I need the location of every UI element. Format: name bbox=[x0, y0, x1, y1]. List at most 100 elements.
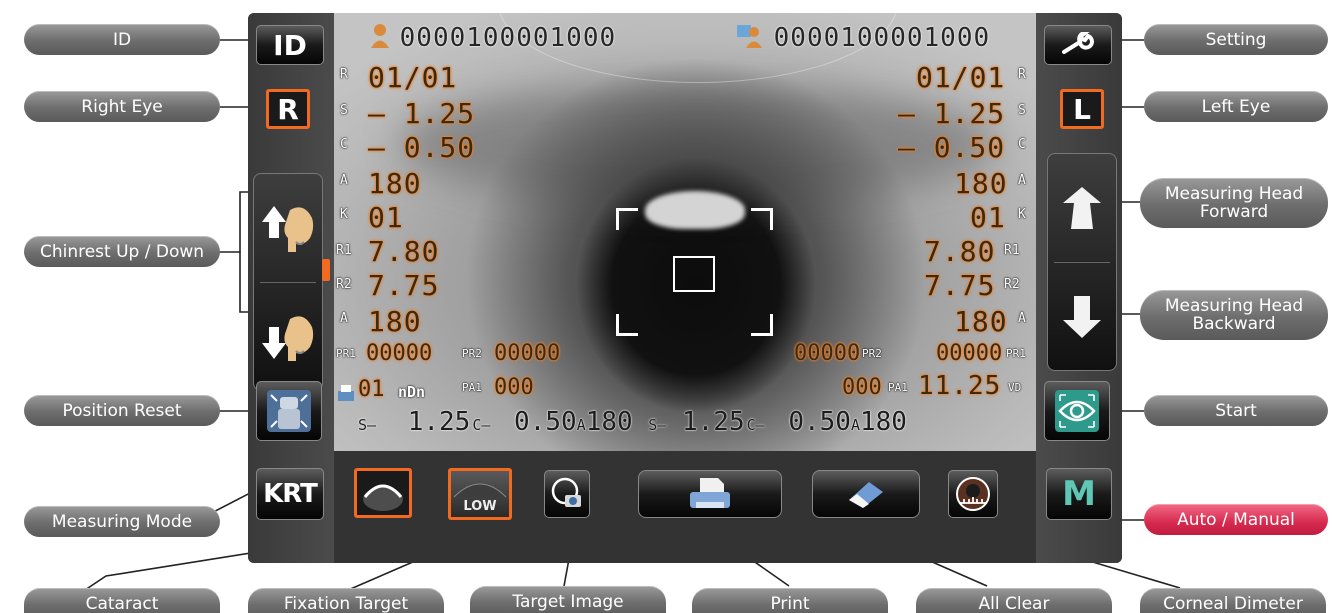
callout-head-backward-line1: Measuring Head bbox=[1164, 296, 1304, 316]
left-pr2-value: 00000 bbox=[936, 341, 1003, 366]
corneal-dimeter-button[interactable] bbox=[948, 470, 998, 518]
id-button[interactable]: ID bbox=[256, 25, 324, 65]
label-a-left: A bbox=[1018, 173, 1026, 188]
target-image-button[interactable] bbox=[544, 470, 590, 518]
focus-bracket-top-right bbox=[751, 208, 773, 230]
right-k-value: 01 bbox=[368, 201, 404, 234]
callout-position-reset: Position Reset bbox=[24, 395, 220, 426]
right-r-value: 01/01 bbox=[368, 61, 458, 94]
chinrest-position-indicator bbox=[322, 259, 330, 281]
callout-auto-manual: Auto / Manual bbox=[1144, 504, 1328, 535]
summary-s1-label: S– bbox=[358, 416, 377, 434]
start-button[interactable] bbox=[1044, 381, 1110, 441]
measuring-mode-button[interactable]: KRT bbox=[256, 468, 324, 520]
corneal-reflection bbox=[645, 191, 745, 229]
left-vd-value: 11.25 bbox=[918, 371, 1002, 401]
callout-start: Start bbox=[1144, 395, 1328, 426]
label-pa1-left: PA1 bbox=[888, 381, 908, 394]
right-print-count: 01 bbox=[358, 377, 385, 402]
patient-id-row: 0000100001000 bbox=[370, 23, 616, 53]
label-k-right: K bbox=[340, 207, 348, 222]
left-eye-button[interactable]: L bbox=[1060, 89, 1104, 129]
right-pr1-value: 00000 bbox=[366, 341, 433, 366]
label-pr1-left: PR1 bbox=[1006, 347, 1026, 360]
patient-id: 0000100001000 bbox=[399, 23, 617, 53]
callout-left-eye: Left Eye bbox=[1144, 91, 1328, 122]
summary-c1-label: C– bbox=[472, 416, 491, 434]
printer-icon bbox=[690, 478, 730, 508]
cataract-button[interactable] bbox=[354, 468, 412, 518]
callout-head-backward-line2: Backward bbox=[1192, 314, 1276, 334]
measuring-head-control bbox=[1047, 153, 1117, 371]
label-c-right: C bbox=[340, 137, 348, 152]
setting-button[interactable] bbox=[1044, 25, 1112, 65]
right-pr2-value: 00000 bbox=[494, 341, 561, 366]
summary-a1-label: A bbox=[576, 416, 586, 434]
callout-all-clear: All Clear bbox=[916, 588, 1112, 613]
callout-id: ID bbox=[24, 24, 220, 55]
left-r1-value: 7.80 bbox=[924, 235, 996, 268]
head-backward-button[interactable] bbox=[1048, 264, 1116, 370]
callout-right-eye: Right Eye bbox=[24, 91, 220, 122]
corneal-dimeter-icon bbox=[956, 477, 990, 511]
print-button[interactable] bbox=[638, 470, 782, 518]
right-eye-button[interactable]: R bbox=[266, 89, 310, 129]
label-r-left: R bbox=[1018, 67, 1026, 82]
left-k-value: 01 bbox=[970, 201, 1006, 234]
callout-head-forward: Measuring Head Forward bbox=[1140, 178, 1328, 228]
callout-print: Print bbox=[692, 588, 888, 613]
label-a2-left: A bbox=[1018, 311, 1026, 326]
left-r2-value: 7.75 bbox=[924, 269, 996, 302]
alignment-square bbox=[673, 256, 715, 292]
label-c-left: C bbox=[1018, 137, 1026, 152]
fixation-target-icon bbox=[453, 483, 507, 497]
measuring-mode-label: KRT bbox=[263, 479, 318, 509]
label-a2-right: A bbox=[340, 311, 348, 326]
right-r1-value: 7.80 bbox=[368, 235, 440, 268]
label-pr2-right: PR2 bbox=[462, 347, 482, 360]
summary-s2: 1.25 bbox=[682, 407, 745, 437]
right-eye-button-label: R bbox=[277, 92, 299, 126]
label-s-left: S bbox=[1018, 103, 1026, 118]
left-c-value: – 0.50 bbox=[898, 131, 1006, 164]
right-pa1-value: 000 bbox=[494, 375, 534, 400]
label-r-right: R bbox=[340, 67, 348, 82]
all-clear-button[interactable] bbox=[812, 470, 920, 518]
fixation-target-button[interactable]: LOW bbox=[448, 468, 512, 520]
left-a2-value: 180 bbox=[954, 305, 1008, 338]
left-pa1-value: 000 bbox=[842, 375, 882, 400]
label-pa1-right: PA1 bbox=[462, 381, 482, 394]
callout-head-forward-line2: Forward bbox=[1199, 202, 1269, 222]
chinrest-down-icon bbox=[262, 316, 314, 361]
label-a-right: A bbox=[340, 173, 348, 188]
auto-manual-button[interactable]: M bbox=[1046, 468, 1112, 520]
mm-icon: nDn bbox=[398, 383, 426, 401]
head-backward-icon bbox=[1063, 296, 1101, 338]
summary-c2-label: C– bbox=[746, 416, 765, 434]
eraser-icon bbox=[849, 482, 883, 508]
position-reset-button[interactable] bbox=[256, 381, 322, 441]
chinrest-down-button[interactable] bbox=[254, 284, 322, 390]
label-vd: VD bbox=[1008, 381, 1022, 394]
summary-a1: 180 bbox=[585, 407, 633, 437]
callout-chinrest: Chinrest Up / Down bbox=[24, 236, 220, 267]
operator-id: 0000100001000 bbox=[773, 23, 991, 53]
label-r2-right: R2 bbox=[336, 277, 352, 292]
callout-target-image: Target Image bbox=[470, 586, 666, 613]
callout-fixation-target: Fixation Target bbox=[248, 588, 444, 613]
operator-icon bbox=[737, 25, 762, 48]
right-a2-value: 180 bbox=[368, 305, 422, 338]
target-camera-icon bbox=[551, 477, 581, 507]
right-r2-value: 7.75 bbox=[368, 269, 440, 302]
label-k-left: K bbox=[1018, 207, 1026, 222]
chinrest-up-button[interactable] bbox=[254, 174, 322, 282]
callout-cataract: Cataract bbox=[24, 588, 220, 613]
id-button-label: ID bbox=[273, 28, 307, 62]
left-pr1-value: 00000 bbox=[794, 341, 861, 366]
label-pr2-left: PR2 bbox=[862, 347, 882, 360]
label-r2-left: R2 bbox=[1004, 277, 1020, 292]
head-forward-button[interactable] bbox=[1048, 154, 1116, 262]
right-c-value: – 0.50 bbox=[368, 131, 476, 164]
cataract-icon bbox=[363, 484, 403, 511]
eye-start-icon bbox=[1055, 390, 1099, 432]
